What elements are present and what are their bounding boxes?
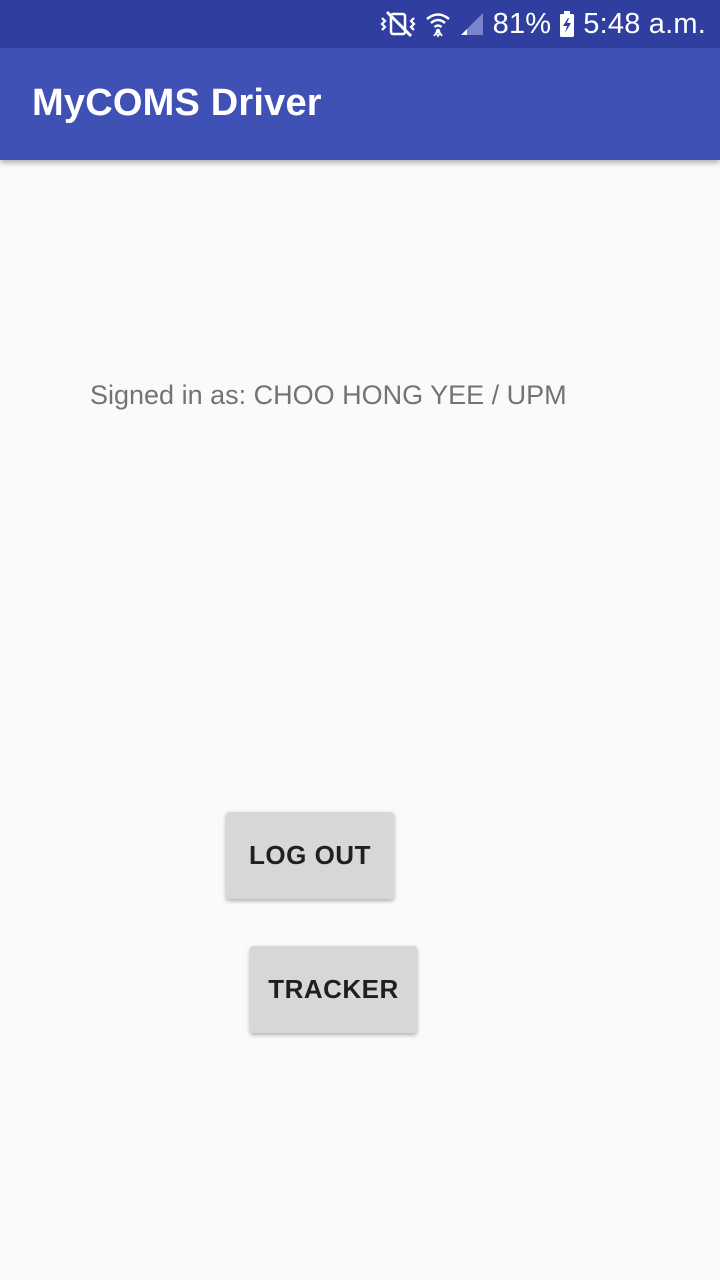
cellular-signal-icon: [459, 11, 485, 37]
status-icons: 81% 5:48 a.m.: [379, 0, 706, 48]
battery-charging-icon: [559, 10, 575, 38]
vibrate-mute-icon: [379, 10, 417, 38]
battery-percent: 81%: [492, 7, 552, 40]
logout-button[interactable]: LOG OUT: [226, 812, 394, 899]
app-title: MyCOMS Driver: [32, 82, 322, 124]
signed-in-label: Signed in as: CHOO HONG YEE / UPM: [90, 380, 567, 410]
status-bar: 81% 5:48 a.m.: [0, 0, 720, 48]
wifi-icon: [425, 10, 451, 38]
status-time: 5:48 a.m.: [583, 7, 706, 40]
tracker-button[interactable]: TRACKER: [250, 946, 417, 1033]
app-bar: MyCOMS Driver: [0, 48, 720, 160]
